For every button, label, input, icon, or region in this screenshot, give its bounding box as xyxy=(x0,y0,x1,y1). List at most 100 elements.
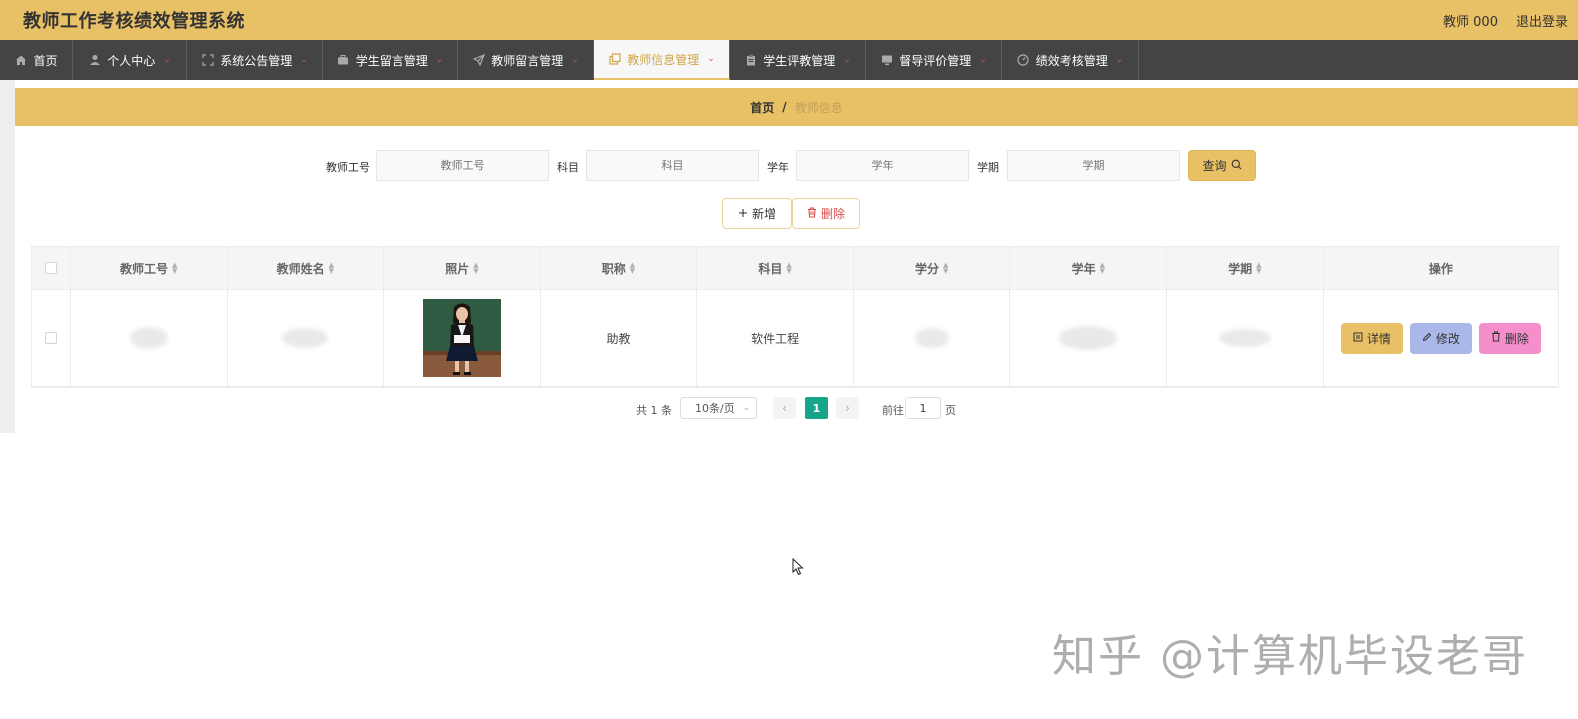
sort-icon: ▲ ▼ xyxy=(328,261,334,275)
row-delete-label: 删除 xyxy=(1504,331,1529,346)
table-header: 教师工号 ▲ ▼ 教师姓名 ▲ ▼ 照片 ▲ ▼ 职称 ▲ ▼ 科目 ▲ ▼ 学分 ▲ ▼ 学年 ▲ ▼ 学… xyxy=(32,247,1558,290)
plus-icon xyxy=(738,207,748,221)
column-title: 照片 xyxy=(445,261,470,276)
search-form: 教师工号 科目 学年 学期 查询 xyxy=(0,150,1578,182)
column-header[interactable]: 教师工号 ▲ ▼ xyxy=(71,247,228,289)
nav-item-home[interactable]: 首页 xyxy=(0,40,73,80)
nav-item-teacher-messages[interactable]: 教师留言管理 ⌄ xyxy=(458,40,594,80)
column-header[interactable]: 科目 ▲ ▼ xyxy=(697,247,854,289)
chevron-left-icon: ‹ xyxy=(782,401,787,415)
term-cell xyxy=(1167,290,1324,386)
teacher-id-input[interactable] xyxy=(376,150,549,181)
row-actions: 详情 修改 删除 xyxy=(1340,322,1541,354)
nav-label: 个人中心 xyxy=(107,53,156,68)
chevron-down-icon: ⌄ xyxy=(163,55,171,65)
nav-label: 首页 xyxy=(33,53,58,68)
nav-label: 督导评价管理 xyxy=(899,53,972,68)
year-label: 学年 xyxy=(767,161,789,174)
nav-item-profile[interactable]: 个人中心 ⌄ xyxy=(73,40,187,80)
sort-icon: ▲ ▼ xyxy=(786,261,792,275)
column-header[interactable]: 学年 ▲ ▼ xyxy=(1010,247,1168,289)
row-checkbox[interactable] xyxy=(44,332,57,344)
goto-page-input[interactable] xyxy=(905,397,941,419)
nav-item-performance[interactable]: 绩效考核管理 ⌄ xyxy=(1002,40,1139,80)
column-title: 学期 xyxy=(1228,261,1253,276)
subject-input[interactable] xyxy=(586,150,759,181)
page-size-select[interactable]: 10条/页 ⌄ xyxy=(680,397,757,419)
redacted-value xyxy=(914,328,949,348)
teacher-id-cell xyxy=(71,290,228,386)
edit-label: 修改 xyxy=(1435,331,1460,346)
chevron-down-icon: ⌄ xyxy=(843,55,851,65)
column-header[interactable]: 照片 ▲ ▼ xyxy=(384,247,541,289)
nav-item-announcements[interactable]: 系统公告管理 ⌄ xyxy=(187,40,323,80)
trash-icon xyxy=(1491,331,1501,345)
page-suffix: 页 xyxy=(945,404,956,417)
user-area: 教师 000 退出登录 xyxy=(1443,11,1568,30)
document-icon xyxy=(1353,331,1363,345)
column-title: 教师姓名 xyxy=(276,261,325,276)
batch-delete-button[interactable]: 删除 xyxy=(792,198,860,229)
column-header[interactable]: 学分 ▲ ▼ xyxy=(854,247,1011,289)
detail-label: 详情 xyxy=(1366,331,1391,346)
teacher-table: 教师工号 ▲ ▼ 教师姓名 ▲ ▼ 照片 ▲ ▼ 职称 ▲ ▼ 科目 ▲ ▼ 学分 ▲ ▼ 学年 ▲ ▼ 学… xyxy=(31,246,1559,388)
chevron-down-icon: ⌄ xyxy=(742,403,751,413)
detail-button[interactable]: 详情 xyxy=(1340,322,1403,354)
chevron-down-icon: ⌄ xyxy=(707,54,715,64)
column-header[interactable]: 学期 ▲ ▼ xyxy=(1167,247,1324,289)
mouse-cursor-icon xyxy=(792,557,804,576)
photo-cell xyxy=(384,290,541,386)
term-label: 学期 xyxy=(977,161,999,174)
send-icon xyxy=(472,54,485,67)
sort-icon: ▲ ▼ xyxy=(1256,261,1262,275)
credit-cell xyxy=(854,290,1011,386)
current-page[interactable]: 1 xyxy=(805,397,828,419)
chevron-down-icon: ⌄ xyxy=(1115,55,1124,65)
prev-page-button[interactable]: ‹ xyxy=(773,397,796,419)
redacted-value xyxy=(129,327,168,349)
gauge-icon xyxy=(1017,54,1030,67)
column-header[interactable]: 教师姓名 ▲ ▼ xyxy=(228,247,385,289)
column-title: 科目 xyxy=(758,261,783,276)
column-title: 职称 xyxy=(601,261,626,276)
sort-icon: ▲ ▼ xyxy=(942,261,949,275)
pencil-icon xyxy=(1422,331,1432,345)
edit-button[interactable]: 修改 xyxy=(1409,322,1472,354)
nav-item-student-messages[interactable]: 学生留言管理 ⌄ xyxy=(323,40,458,80)
nav-item-supervisor-evaluation[interactable]: 督导评价管理 ⌄ xyxy=(866,40,1002,80)
nav-item-teacher-info[interactable]: 教师信息管理 ⌄ xyxy=(594,40,730,80)
chevron-right-icon: › xyxy=(845,401,850,415)
left-rail xyxy=(0,80,15,433)
nav-item-student-evaluation[interactable]: 学生评教管理 ⌄ xyxy=(730,40,866,80)
redacted-value xyxy=(1059,326,1118,350)
column-header: 操作 xyxy=(1324,247,1558,289)
breadcrumb-home[interactable]: 首页 xyxy=(750,99,774,116)
delete-label: 删除 xyxy=(820,207,845,221)
chevron-down-icon: ⌄ xyxy=(571,55,579,65)
sort-icon: ▲ ▼ xyxy=(172,261,178,275)
pagination: 共 1 条 10条/页 ⌄ ‹ 1 › 前往 页 xyxy=(0,397,1578,419)
query-button[interactable]: 查询 xyxy=(1188,150,1256,181)
breadcrumb: 首页 / 教师信息 xyxy=(15,88,1578,126)
year-input[interactable] xyxy=(796,150,969,181)
expand-icon xyxy=(201,54,214,67)
nav-label: 教师信息管理 xyxy=(627,52,700,67)
next-page-button[interactable]: › xyxy=(836,397,859,419)
briefcase-icon xyxy=(337,54,350,67)
select-all-checkbox[interactable] xyxy=(44,262,57,274)
nav-label: 学生留言管理 xyxy=(355,53,428,68)
teacher-photo[interactable] xyxy=(422,299,501,377)
nav-label: 绩效考核管理 xyxy=(1035,53,1108,68)
row-delete-button[interactable]: 删除 xyxy=(1478,322,1541,354)
add-button[interactable]: 新增 xyxy=(722,198,792,229)
search-icon xyxy=(1231,159,1242,173)
subject-cell: 软件工程 xyxy=(697,290,854,386)
logout-link[interactable]: 退出登录 xyxy=(1516,11,1568,30)
term-input[interactable] xyxy=(1007,150,1180,181)
monitor-icon xyxy=(880,54,893,67)
column-header[interactable]: 职称 ▲ ▼ xyxy=(541,247,698,289)
sort-icon: ▲ ▼ xyxy=(1099,261,1105,275)
sort-icon: ▲ ▼ xyxy=(629,261,636,275)
chevron-down-icon: ⌄ xyxy=(979,55,987,65)
nav-label: 系统公告管理 xyxy=(220,53,293,68)
